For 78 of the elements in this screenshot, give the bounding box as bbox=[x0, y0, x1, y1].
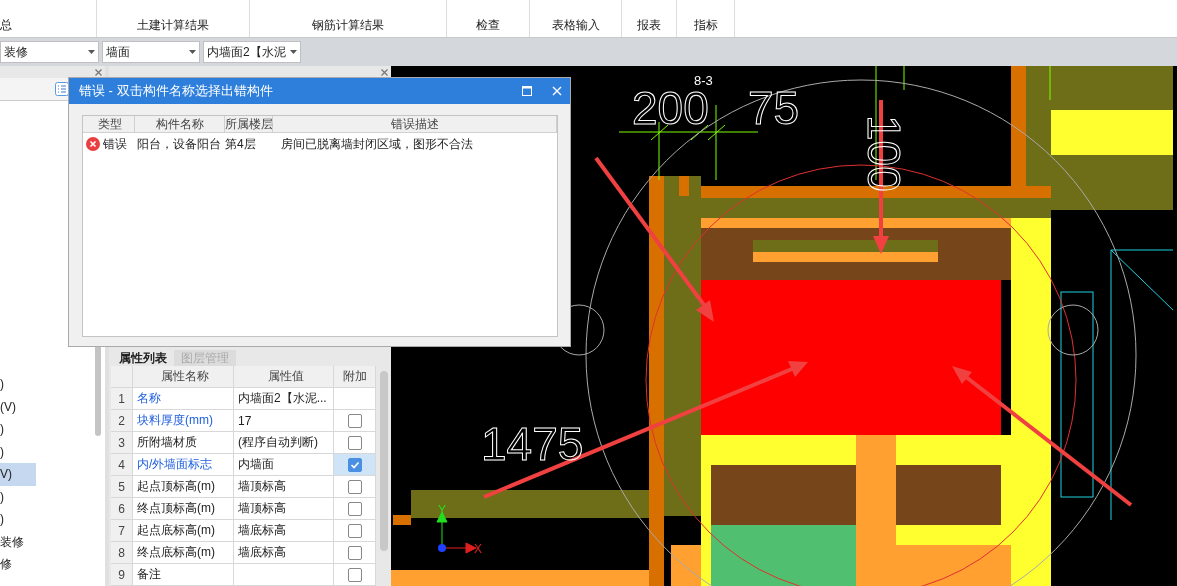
ribbon-group-label[interactable]: 指标 bbox=[693, 17, 718, 34]
error-icon bbox=[86, 137, 100, 151]
table-cell[interactable]: 阳台，设备阳台 bbox=[135, 133, 225, 155]
dialog-title: 错误 - 双击构件名称选择出错构件 bbox=[79, 82, 273, 100]
ribbon-group-label[interactable]: 表格输入 bbox=[551, 17, 600, 34]
property-name: 备注 bbox=[133, 564, 234, 585]
column-header: 属性名称 bbox=[133, 366, 234, 387]
row-number: 7 bbox=[111, 520, 133, 541]
dropdown[interactable]: 装修 bbox=[0, 41, 99, 63]
checkbox[interactable] bbox=[347, 523, 362, 538]
property-value[interactable]: 17 bbox=[234, 410, 334, 431]
table-cell-text: 第4层 bbox=[225, 135, 257, 153]
checkbox[interactable] bbox=[347, 413, 362, 428]
row-number: 6 bbox=[111, 498, 133, 519]
list-icon[interactable] bbox=[55, 82, 69, 96]
axis-label: X bbox=[474, 542, 482, 556]
checkbox[interactable] bbox=[347, 501, 362, 516]
property-value[interactable]: 墙顶标高 bbox=[234, 498, 334, 519]
dropdown[interactable]: 墙面 bbox=[102, 41, 200, 63]
tree-item[interactable]: ) bbox=[0, 485, 32, 508]
caret-icon bbox=[88, 50, 95, 54]
tree-item[interactable]: ) bbox=[0, 373, 32, 396]
ribbon-group-label[interactable]: 检查 bbox=[476, 17, 500, 34]
tree-item[interactable]: ) bbox=[0, 418, 32, 441]
property-name: 终点顶标高(m) bbox=[133, 498, 234, 519]
property-value[interactable]: 墙底标高 bbox=[234, 520, 334, 541]
ribbon-group-label[interactable]: 报表 bbox=[637, 17, 661, 34]
column-header: 构件名称 bbox=[135, 116, 225, 132]
property-name: 块料厚度(mm) bbox=[133, 410, 234, 431]
property-name: 终点底标高(m) bbox=[133, 542, 234, 563]
tree-item[interactable]: 修 bbox=[0, 553, 32, 576]
row-number: 8 bbox=[111, 542, 133, 563]
row-number: 9 bbox=[111, 564, 133, 585]
tree-item[interactable]: V) bbox=[0, 463, 36, 486]
property-value[interactable]: (程序自动判断) bbox=[234, 432, 334, 453]
checkmark-icon bbox=[349, 459, 360, 470]
property-value[interactable]: 墙顶标高 bbox=[234, 476, 334, 497]
property-name: 内/外墙面标志 bbox=[133, 454, 234, 475]
caret-icon bbox=[189, 50, 196, 54]
dimension-label: 75 bbox=[748, 82, 800, 134]
scrollbar[interactable] bbox=[380, 371, 388, 551]
property-name: 起点底标高(m) bbox=[133, 520, 234, 541]
axis-label: Y bbox=[438, 503, 446, 517]
ribbon-group-label[interactable]: 土建计算结果 bbox=[137, 17, 209, 34]
dimension-label: 100 bbox=[858, 115, 910, 192]
checkbox[interactable] bbox=[347, 435, 362, 450]
dropdown[interactable]: 内墙面2【水泥 bbox=[203, 41, 301, 63]
caret-icon bbox=[290, 50, 297, 54]
maximize-icon[interactable] bbox=[522, 86, 532, 96]
row-number: 3 bbox=[111, 432, 133, 453]
column-header: 错误描述 bbox=[273, 116, 557, 132]
property-name: 起点顶标高(m) bbox=[133, 476, 234, 497]
column-header: 附加 bbox=[334, 366, 376, 387]
checkbox[interactable] bbox=[347, 545, 362, 560]
tree-item[interactable]: 装修 bbox=[0, 530, 32, 553]
row-number: 4 bbox=[111, 454, 133, 475]
row-number: 2 bbox=[111, 410, 133, 431]
tree-item[interactable]: (V) bbox=[0, 395, 32, 418]
dimension-label: 1475 bbox=[481, 418, 584, 470]
property-name: 名称 bbox=[133, 388, 234, 409]
column-header: 属性值 bbox=[234, 366, 334, 387]
ribbon-group-label[interactable]: 总 bbox=[0, 17, 12, 34]
checkbox[interactable] bbox=[347, 567, 362, 582]
checkbox[interactable] bbox=[347, 457, 362, 472]
table-cell: 错误 bbox=[103, 135, 127, 153]
property-name: 所附墙材质 bbox=[133, 432, 234, 453]
checkbox[interactable] bbox=[347, 479, 362, 494]
column-header: 所属楼层 bbox=[225, 116, 273, 132]
tree-item[interactable]: ) bbox=[0, 440, 32, 463]
close-icon[interactable] bbox=[381, 68, 388, 76]
property-value[interactable]: 墙底标高 bbox=[234, 542, 334, 563]
column-header: 类型 bbox=[83, 116, 135, 132]
property-value[interactable]: 内墙面2【水泥... bbox=[234, 388, 334, 409]
row-number: 5 bbox=[111, 476, 133, 497]
ribbon-group-label[interactable]: 钢筋计算结果 bbox=[312, 17, 384, 34]
row-number: 1 bbox=[111, 388, 133, 409]
close-icon[interactable] bbox=[95, 68, 102, 76]
tree-item[interactable]: ) bbox=[0, 508, 32, 531]
